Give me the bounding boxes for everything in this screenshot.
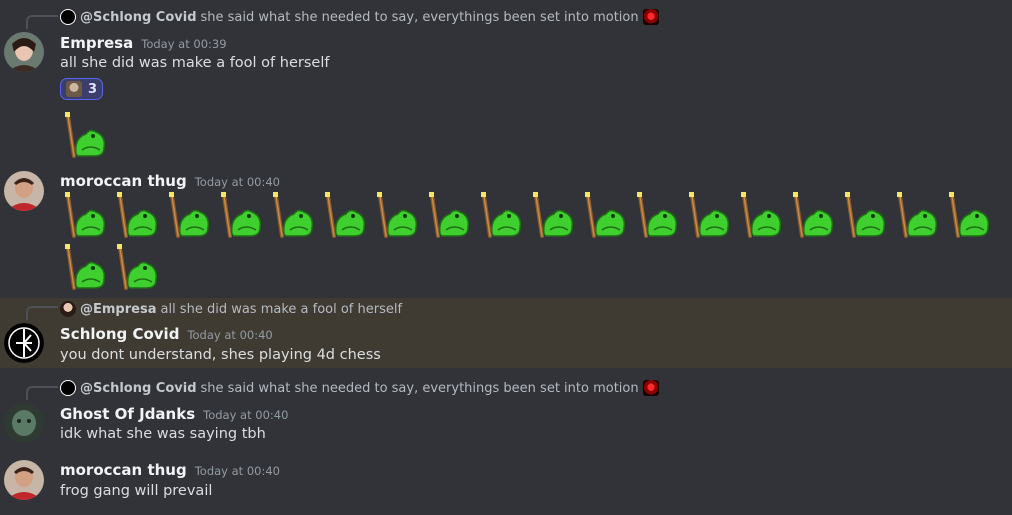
avatar[interactable] [4,171,44,211]
empresa-mini-avatar [60,301,76,317]
username[interactable]: moroccan thug [60,461,187,479]
frog-with-spear-emoji-icon[interactable] [632,190,680,238]
message-header: moroccan thug Today at 00:40 [60,461,280,479]
frog-with-spear-emoji-icon[interactable] [60,242,108,290]
frog-with-spear-emoji-icon[interactable] [580,190,628,238]
message-moroccan-thug-text: moroccan thug Today at 00:40 frog gang w… [0,455,1012,515]
timestamp: Today at 00:40 [187,328,273,342]
reply-author[interactable]: @Schlong Covid [80,381,197,396]
frog-with-spear-emoji-icon[interactable] [736,190,784,238]
message-moroccan-thug-emojis: moroccan thug Today at 00:40 [0,0,1012,300]
reply-text: she said what she needed to say, everyth… [200,380,639,396]
frog-with-spear-emoji-icon[interactable] [320,190,368,238]
frog-with-spear-emoji-icon[interactable] [892,190,940,238]
username[interactable]: moroccan thug [60,172,187,190]
frog-with-spear-emoji-icon[interactable] [372,190,420,238]
reply-text: all she did was make a fool of herself [160,301,403,317]
avatar[interactable] [4,460,44,500]
schlong-covid-mini-avatar [60,380,76,396]
reply-connector [26,306,58,320]
message-schlong-covid: @Empresa all she did was make a fool of … [0,298,1012,368]
message-text: you dont understand, shes playing 4d che… [60,347,381,363]
username[interactable]: Schlong Covid [60,325,179,343]
frog-with-spear-emoji-icon[interactable] [424,190,472,238]
demon-emoji-icon [642,380,659,396]
timestamp: Today at 00:40 [194,175,280,189]
frog-with-spear-emoji-icon[interactable] [684,190,732,238]
message-text: frog gang will prevail [60,483,213,499]
frog-with-spear-emoji-icon[interactable] [944,190,992,238]
frog-with-spear-emoji-icon[interactable] [788,190,836,238]
message-text: idk what she was saying tbh [60,426,266,442]
frog-with-spear-emoji-icon[interactable] [528,190,576,238]
avatar[interactable] [4,403,44,443]
reply-preview[interactable]: @Empresa all she did was make a fool of … [60,300,402,318]
message-header: Ghost Of Jdanks Today at 00:40 [60,405,288,423]
frog-with-spear-emoji-icon[interactable] [216,190,264,238]
frog-with-spear-emoji-icon[interactable] [60,190,108,238]
message-header: moroccan thug Today at 00:40 [60,172,280,190]
reply-connector [26,386,58,400]
frog-with-spear-emoji-icon[interactable] [268,190,316,238]
frog-with-spear-emoji-icon[interactable] [476,190,524,238]
message-header: Schlong Covid Today at 00:40 [60,325,273,343]
frog-with-spear-emoji-icon[interactable] [112,190,160,238]
reply-author[interactable]: @Empresa [80,302,156,317]
username[interactable]: Ghost Of Jdanks [60,405,195,423]
frog-with-spear-emoji-icon[interactable] [112,242,160,290]
frog-with-spear-emoji-icon[interactable] [164,190,212,238]
frog-with-spear-emoji-icon[interactable] [840,190,888,238]
reply-preview[interactable]: @Schlong Covid she said what she needed … [60,379,659,397]
timestamp: Today at 00:40 [203,408,289,422]
timestamp: Today at 00:40 [194,464,280,478]
avatar[interactable] [4,323,44,363]
message-ghost-of-jdanks: @Schlong Covid she said what she needed … [0,378,1012,453]
